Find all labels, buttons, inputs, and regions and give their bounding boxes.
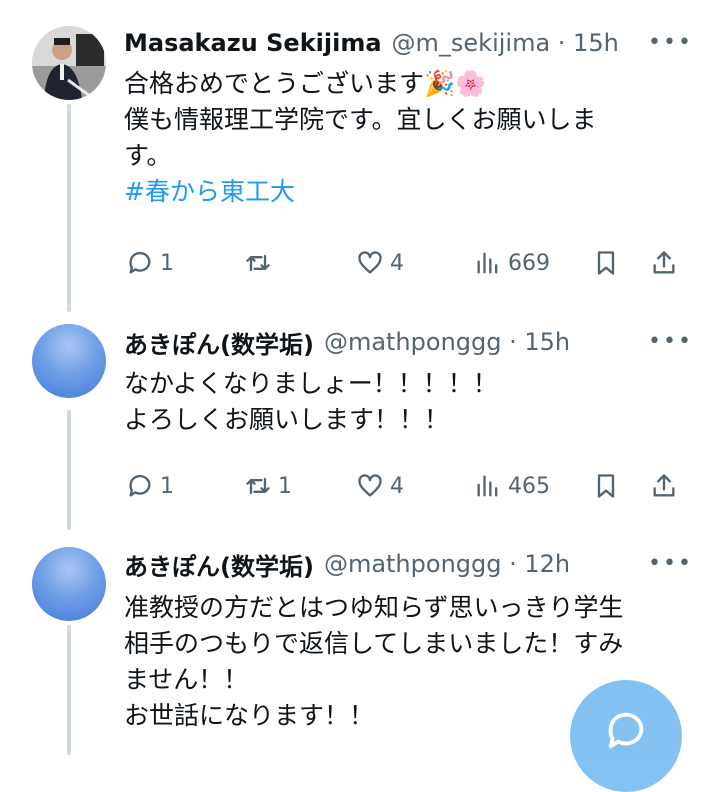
display-name[interactable]: Masakazu Sekijima [124,29,382,57]
views-icon [477,475,498,497]
avatar[interactable] [32,547,106,621]
avatar[interactable] [32,324,106,398]
tweet[interactable]: Masakazu Sekijima @m_sekijima · 15h ••• … [0,0,714,300]
compose-reply-icon [608,712,644,749]
retweet-icon [246,477,270,495]
reply-button[interactable]: 1 [126,466,174,506]
text-line: 合格おめでとうございます🎉🌸 [124,69,487,98]
text-line: ません！！ [124,665,249,694]
reply-count: 1 [160,473,174,499]
display-name[interactable]: あきぽん(数学垢) [124,547,314,582]
handle-time[interactable]: @mathponggg · 15h [324,328,570,356]
tweet[interactable]: あきぽん(数学垢) @mathponggg · 15h ••• なかよくなりまし… [0,300,714,535]
text-line: よろしくお願いします！！！ [124,405,450,434]
text-line: なかよくなりましょー！！！！！ [124,369,498,398]
tweet-header: あきぽん(数学垢) @mathponggg · 12h [124,547,570,581]
like-count: 4 [390,473,404,499]
tweet-header: あきぽん(数学垢) @mathponggg · 15h [124,325,570,359]
share-button[interactable] [650,243,678,283]
text-line: 相手のつもりで返信してしまいました！すみ [124,629,624,658]
reply-icon [129,474,151,497]
reply-button[interactable]: 1 [126,243,174,283]
like-icon [358,251,382,274]
avatar[interactable] [32,26,106,100]
bookmark-icon [597,474,615,498]
view-count: 465 [508,473,550,499]
like-button[interactable]: 4 [356,243,404,283]
like-icon [358,474,382,497]
text-line: 僕も情報理工学院です。宜しくお願いしま [124,105,597,134]
more-options-icon[interactable]: ••• [648,329,693,354]
handle-time[interactable]: @mathponggg · 12h [324,550,570,578]
views-icon [477,252,498,274]
views-button[interactable]: 669 [474,243,550,283]
reply-count: 1 [160,250,174,276]
handle-time[interactable]: @m_sekijima · 15h [392,29,619,57]
display-name[interactable]: あきぽん(数学垢) [124,325,314,360]
share-button[interactable] [650,466,678,506]
retweet-count: 1 [278,473,292,499]
more-options-icon[interactable]: ••• [648,551,693,576]
tweet-header: Masakazu Sekijima @m_sekijima · 15h [124,26,619,60]
hashtag-link[interactable]: #春から東工大 [124,174,664,210]
action-bar: 1 1 4 465 [124,466,684,506]
share-icon [653,251,675,274]
text-line: す。 [124,141,172,170]
like-count: 4 [390,250,404,276]
like-button[interactable]: 4 [356,466,404,506]
compose-reply-button[interactable] [570,680,682,792]
tweet-text: 合格おめでとうございます🎉🌸 僕も情報理工学院です。宜しくお願いしま す。 #春… [124,66,664,210]
share-icon [653,474,675,497]
text-line: 准教授の方だとはつゆ知らず思いっきり学生 [124,593,624,622]
view-count: 669 [508,250,550,276]
retweet-button[interactable]: 1 [244,466,292,506]
action-bar: 1 4 669 [124,243,684,283]
more-options-icon[interactable]: ••• [648,30,693,55]
bookmark-button[interactable] [592,243,620,283]
tweet-text: なかよくなりましょー！！！！！ よろしくお願いします！！！ [124,366,664,438]
retweet-button[interactable] [244,243,278,283]
bookmark-button[interactable] [592,466,620,506]
bookmark-icon [597,251,615,275]
retweet-icon [246,254,270,272]
reply-icon [129,251,151,274]
views-button[interactable]: 465 [474,466,550,506]
